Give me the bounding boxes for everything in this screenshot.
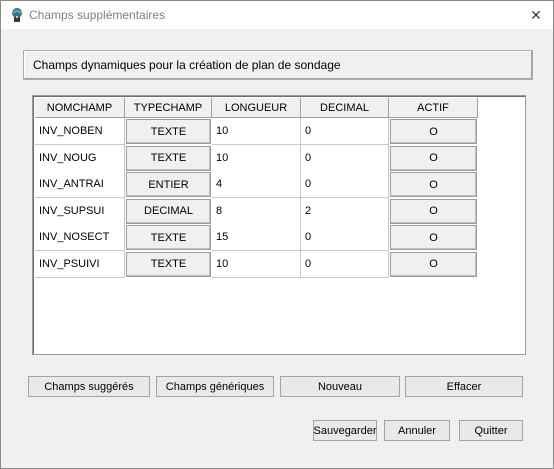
- header-panel: Champs dynamiques pour la création de pl…: [23, 50, 533, 80]
- app-icon: [9, 7, 25, 23]
- generic-fields-button[interactable]: Champs génériques: [156, 376, 274, 397]
- cell-nomchamp[interactable]: INV_ANTRAI: [35, 171, 125, 198]
- cell-typechamp-label: TEXTE: [126, 225, 211, 250]
- cell-typechamp-button[interactable]: TEXTE: [125, 251, 212, 278]
- cell-actif-label: O: [390, 225, 477, 250]
- cell-nomchamp[interactable]: INV_PSUIVI: [35, 250, 125, 278]
- cell-decimal[interactable]: 0: [301, 171, 389, 198]
- title-bar: Champs supplémentaires ✕: [1, 1, 553, 29]
- delete-button[interactable]: Effacer: [405, 376, 523, 397]
- cell-actif-button[interactable]: O: [389, 118, 478, 145]
- dialog-window: Champs supplémentaires ✕ Champs dynamiqu…: [0, 0, 554, 469]
- cell-actif-label: O: [390, 119, 477, 144]
- fields-grid[interactable]: NOMCHAMP TYPECHAMP LONGUEUR DECIMAL ACTI…: [32, 95, 526, 355]
- cell-decimal[interactable]: 2: [301, 197, 389, 225]
- close-icon[interactable]: ✕: [519, 1, 553, 29]
- new-button[interactable]: Nouveau: [280, 376, 400, 397]
- cell-typechamp-label: TEXTE: [126, 251, 211, 277]
- cancel-button[interactable]: Annuler: [384, 420, 450, 441]
- cell-nomchamp[interactable]: INV_NOBEN: [35, 118, 125, 145]
- suggested-fields-button[interactable]: Champs suggérés: [28, 376, 150, 397]
- cell-decimal[interactable]: 0: [301, 250, 389, 278]
- cell-decimal[interactable]: 0: [301, 224, 389, 251]
- cell-actif-button[interactable]: O: [389, 145, 478, 172]
- cell-decimal[interactable]: 0: [301, 144, 389, 172]
- cell-nomchamp[interactable]: INV_NOUG: [35, 144, 125, 172]
- column-header-decimal[interactable]: DECIMAL: [301, 98, 389, 118]
- cell-nomchamp[interactable]: INV_NOSECT: [35, 224, 125, 251]
- cell-typechamp-button[interactable]: ENTIER: [125, 171, 212, 198]
- column-header-nomchamp[interactable]: NOMCHAMP: [35, 98, 125, 118]
- cell-actif-button[interactable]: O: [389, 198, 478, 225]
- save-button[interactable]: Sauvegarder: [313, 420, 377, 441]
- cell-actif-button[interactable]: O: [389, 171, 478, 198]
- cell-actif-label: O: [390, 145, 477, 171]
- header-title: Champs dynamiques pour la création de pl…: [33, 58, 341, 72]
- column-header-typechamp[interactable]: TYPECHAMP: [125, 98, 212, 118]
- cell-typechamp-button[interactable]: TEXTE: [125, 145, 212, 172]
- cell-decimal[interactable]: 0: [301, 118, 389, 145]
- column-header-longueur[interactable]: LONGUEUR: [212, 98, 301, 118]
- cell-typechamp-button[interactable]: DECIMAL: [125, 198, 212, 225]
- cell-longueur[interactable]: 10: [212, 118, 301, 145]
- cell-typechamp-button[interactable]: TEXTE: [125, 224, 212, 251]
- column-header-actif[interactable]: ACTIF: [389, 98, 478, 118]
- cell-actif-label: O: [390, 251, 477, 277]
- cell-nomchamp[interactable]: INV_SUPSUI: [35, 197, 125, 225]
- cell-typechamp-label: DECIMAL: [126, 198, 211, 224]
- cell-typechamp-label: TEXTE: [126, 119, 211, 144]
- cell-longueur[interactable]: 8: [212, 197, 301, 225]
- cell-actif-label: O: [390, 172, 477, 197]
- cell-typechamp-label: TEXTE: [126, 145, 211, 171]
- cell-longueur[interactable]: 15: [212, 224, 301, 251]
- cell-longueur[interactable]: 4: [212, 171, 301, 198]
- cell-longueur[interactable]: 10: [212, 250, 301, 278]
- cell-actif-label: O: [390, 198, 477, 224]
- cell-typechamp-label: ENTIER: [126, 172, 211, 197]
- cell-actif-button[interactable]: O: [389, 251, 478, 278]
- window-title: Champs supplémentaires: [29, 8, 166, 22]
- cell-typechamp-button[interactable]: TEXTE: [125, 118, 212, 145]
- quit-button[interactable]: Quitter: [459, 420, 523, 441]
- cell-longueur[interactable]: 10: [212, 144, 301, 172]
- cell-actif-button[interactable]: O: [389, 224, 478, 251]
